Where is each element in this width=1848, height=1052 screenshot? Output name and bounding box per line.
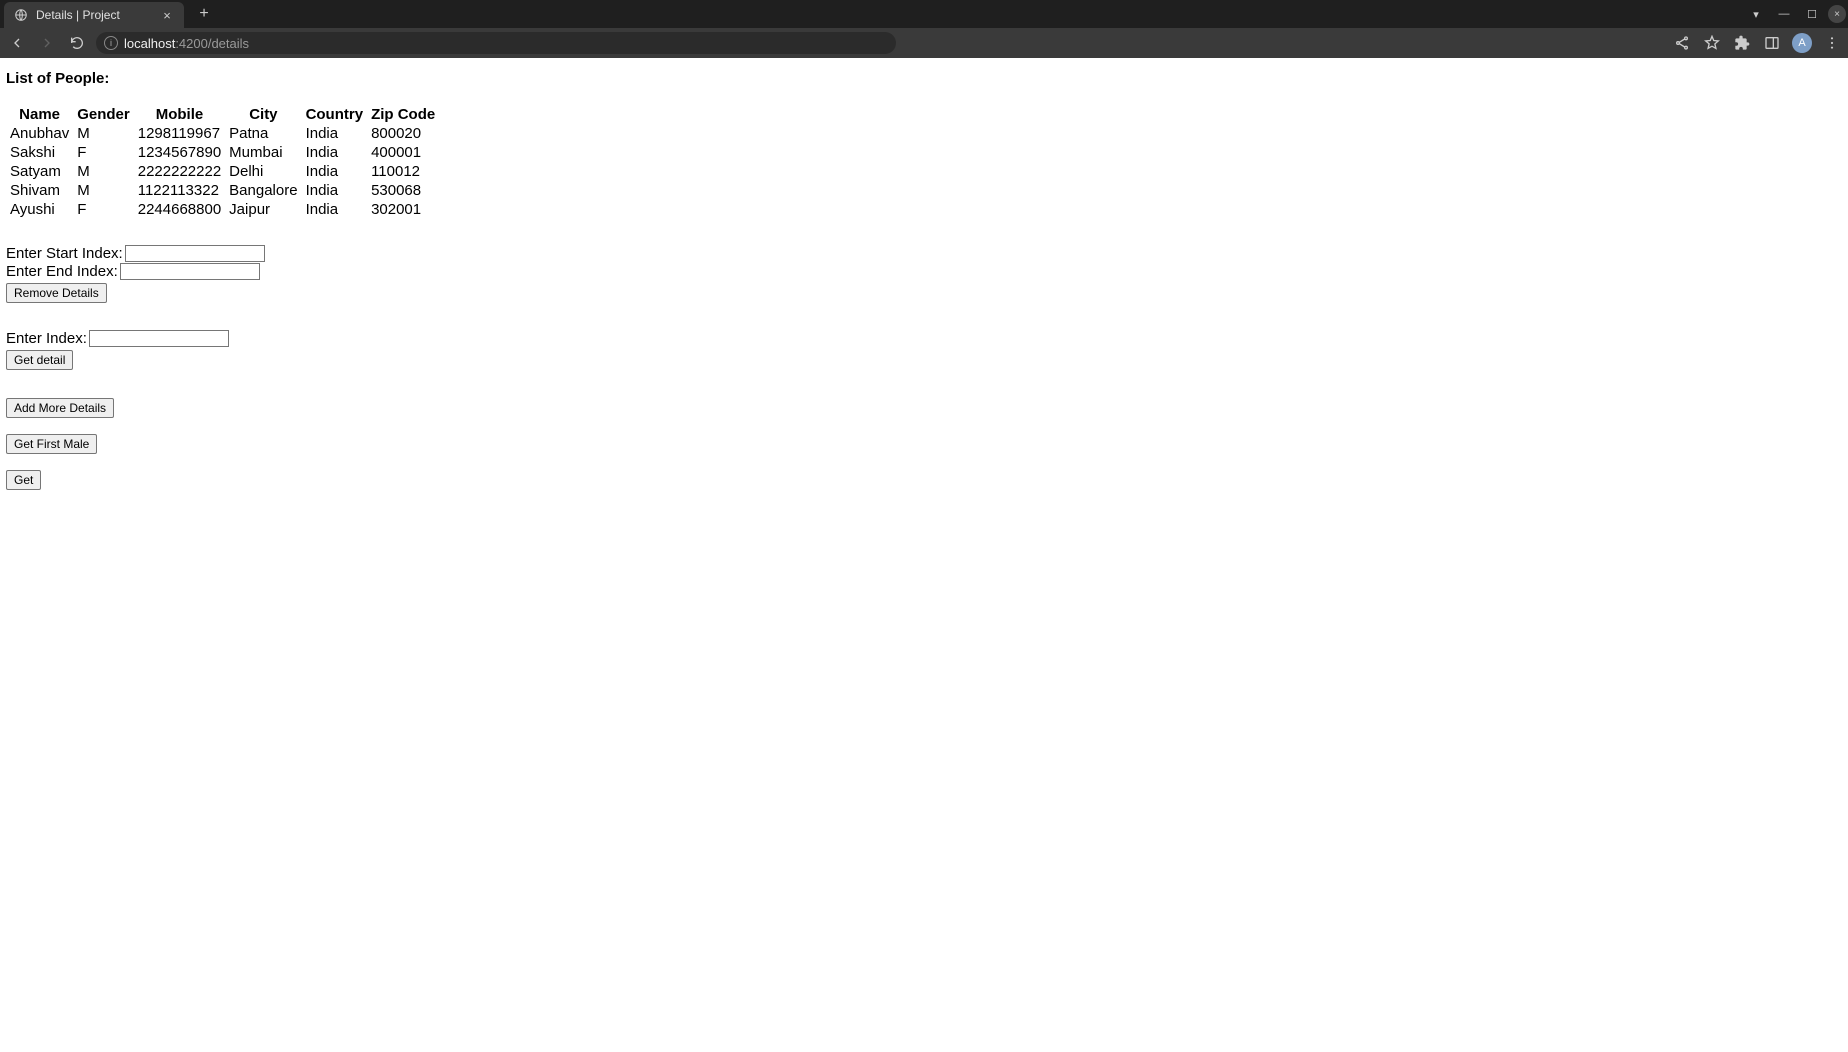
cell-country: India	[302, 124, 368, 143]
minimize-button[interactable]: —	[1772, 4, 1796, 24]
extensions-icon[interactable]	[1732, 33, 1752, 53]
avatar[interactable]: A	[1792, 33, 1812, 53]
people-table: Name Gender Mobile City Country Zip Code…	[6, 105, 439, 219]
back-button[interactable]	[6, 32, 28, 54]
cell-mobile: 1122113322	[134, 181, 225, 200]
chevron-down-icon[interactable]: ▾	[1744, 4, 1768, 24]
cell-name: Anubhav	[6, 124, 73, 143]
cell-mobile: 2222222222	[134, 162, 225, 181]
get-detail-button[interactable]: Get detail	[6, 350, 73, 370]
col-country: Country	[302, 105, 368, 124]
cell-city: Delhi	[225, 162, 301, 181]
table-row: AyushiF2244668800JaipurIndia302001	[6, 200, 439, 219]
cell-gender: M	[73, 124, 134, 143]
cell-country: India	[302, 162, 368, 181]
cell-gender: F	[73, 200, 134, 219]
cell-gender: F	[73, 143, 134, 162]
browser-tab[interactable]: Details | Project ×	[4, 2, 184, 28]
table-row: AnubhavM1298119967PatnaIndia800020	[6, 124, 439, 143]
table-row: SatyamM2222222222DelhiIndia110012	[6, 162, 439, 181]
col-name: Name	[6, 105, 73, 124]
cell-mobile: 2244668800	[134, 200, 225, 219]
col-zipcode: Zip Code	[367, 105, 439, 124]
reload-button[interactable]	[66, 32, 88, 54]
cell-gender: M	[73, 181, 134, 200]
table-row: SakshiF1234567890MumbaiIndia400001	[6, 143, 439, 162]
cell-city: Patna	[225, 124, 301, 143]
remove-section: Enter Start Index: Enter End Index: Remo…	[6, 245, 1842, 303]
new-tab-button[interactable]: +	[194, 5, 214, 23]
index-label: Enter Index:	[6, 330, 87, 347]
info-icon[interactable]: i	[104, 36, 118, 50]
share-icon[interactable]	[1672, 33, 1692, 53]
toolbar-right-icons: A	[1672, 33, 1842, 53]
sidepanel-icon[interactable]	[1762, 33, 1782, 53]
forward-button[interactable]	[36, 32, 58, 54]
address-bar[interactable]: i localhost:4200/details	[96, 32, 896, 54]
close-icon[interactable]: ×	[160, 8, 174, 22]
table-header-row: Name Gender Mobile City Country Zip Code	[6, 105, 439, 124]
cell-zip: 800020	[367, 124, 439, 143]
globe-icon	[14, 8, 28, 22]
get-first-male-button[interactable]: Get First Male	[6, 434, 97, 454]
get-section: Enter Index: Get detail	[6, 330, 1842, 370]
tab-bar: Details | Project × + ▾ — ☐ ×	[0, 0, 1848, 28]
url-host: localhost	[124, 36, 175, 51]
cell-city: Mumbai	[225, 143, 301, 162]
close-window-button[interactable]: ×	[1828, 5, 1846, 23]
get-button[interactable]: Get	[6, 470, 41, 490]
url-path: :4200/details	[175, 36, 249, 51]
cell-mobile: 1298119967	[134, 124, 225, 143]
col-mobile: Mobile	[134, 105, 225, 124]
browser-toolbar: i localhost:4200/details A	[0, 28, 1848, 58]
cell-zip: 400001	[367, 143, 439, 162]
table-row: ShivamM1122113322BangaloreIndia530068	[6, 181, 439, 200]
cell-country: India	[302, 181, 368, 200]
page-heading: List of People:	[6, 70, 1842, 87]
cell-zip: 302001	[367, 200, 439, 219]
index-input[interactable]	[89, 330, 229, 347]
page-content: List of People: Name Gender Mobile City …	[0, 58, 1848, 496]
col-gender: Gender	[73, 105, 134, 124]
cell-name: Sakshi	[6, 143, 73, 162]
cell-name: Shivam	[6, 181, 73, 200]
start-index-label: Enter Start Index:	[6, 245, 123, 262]
add-more-details-button[interactable]: Add More Details	[6, 398, 114, 418]
cell-country: India	[302, 200, 368, 219]
col-city: City	[225, 105, 301, 124]
maximize-button[interactable]: ☐	[1800, 4, 1824, 24]
window-controls: ▾ — ☐ ×	[1744, 0, 1846, 28]
cell-name: Ayushi	[6, 200, 73, 219]
cell-gender: M	[73, 162, 134, 181]
browser-chrome: Details | Project × + ▾ — ☐ × i localhos…	[0, 0, 1848, 58]
cell-mobile: 1234567890	[134, 143, 225, 162]
cell-country: India	[302, 143, 368, 162]
star-icon[interactable]	[1702, 33, 1722, 53]
end-index-label: Enter End Index:	[6, 263, 118, 280]
start-index-input[interactable]	[125, 245, 265, 262]
cell-city: Jaipur	[225, 200, 301, 219]
cell-zip: 530068	[367, 181, 439, 200]
tab-title: Details | Project	[36, 8, 152, 22]
cell-zip: 110012	[367, 162, 439, 181]
menu-icon[interactable]	[1822, 33, 1842, 53]
remove-details-button[interactable]: Remove Details	[6, 283, 107, 303]
url-text: localhost:4200/details	[124, 36, 249, 51]
cell-city: Bangalore	[225, 181, 301, 200]
cell-name: Satyam	[6, 162, 73, 181]
end-index-input[interactable]	[120, 263, 260, 280]
